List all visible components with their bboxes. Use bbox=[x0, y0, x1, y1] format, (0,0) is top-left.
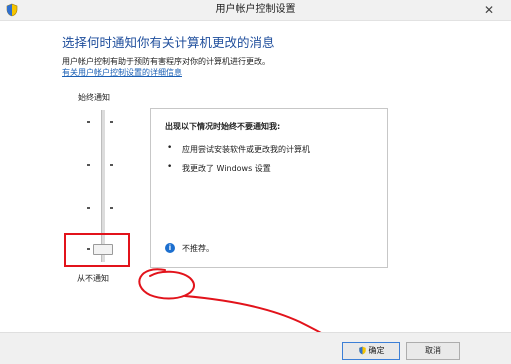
window-title: 用户帐户控制设置 bbox=[215, 4, 296, 15]
panel-bullet-item: 应用尝试安装软件或更改我的计算机 bbox=[182, 145, 310, 154]
bullet-dot: • bbox=[167, 162, 173, 172]
title-bar: 用户帐户控制设置 ✕ bbox=[0, 0, 511, 21]
slider-tick bbox=[87, 164, 90, 166]
description-text: 用户帐户控制有助于预防有害程序对你的计算机进行更改。 bbox=[62, 57, 270, 66]
slider-tick bbox=[87, 207, 90, 209]
close-icon[interactable]: ✕ bbox=[477, 0, 501, 20]
cancel-button[interactable]: 取消 bbox=[406, 342, 460, 360]
bullet-dot: • bbox=[167, 143, 173, 153]
ok-button-label: 确定 bbox=[368, 346, 385, 355]
panel-bullet-item: 我更改了 Windows 设置 bbox=[182, 164, 271, 173]
slider-tick bbox=[110, 207, 113, 209]
ok-button[interactable]: 确定 bbox=[342, 342, 400, 360]
page-heading: 选择何时通知你有关计算机更改的消息 bbox=[62, 35, 275, 50]
slider-bottom-label: 从不通知 bbox=[77, 274, 109, 283]
uac-shield-icon bbox=[358, 346, 366, 355]
not-recommended-text: 不推荐。 bbox=[182, 244, 214, 253]
panel-title: 出现以下情况时始终不要通知我: bbox=[165, 122, 281, 131]
setting-description-panel: 出现以下情况时始终不要通知我: • 应用尝试安装软件或更改我的计算机 • 我更改… bbox=[150, 108, 388, 268]
slider-top-label: 始终通知 bbox=[78, 93, 110, 102]
slider-tick bbox=[110, 121, 113, 123]
details-link[interactable]: 有关用户帐户控制设置的详细信息 bbox=[62, 67, 182, 78]
slider-tick bbox=[110, 164, 113, 166]
annotation-highlight-box bbox=[64, 233, 130, 267]
info-icon: i bbox=[165, 243, 175, 253]
slider-tick bbox=[87, 121, 90, 123]
